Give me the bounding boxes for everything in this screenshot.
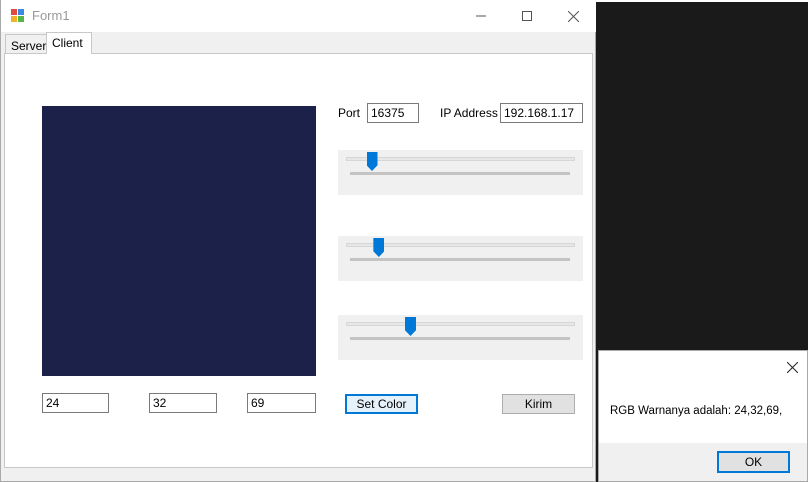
blue-trackbar[interactable]	[338, 315, 583, 360]
maximize-button[interactable]	[504, 0, 550, 32]
blue-track	[346, 322, 575, 326]
ip-address-input[interactable]: 192.168.1.17	[500, 103, 583, 123]
message-footer: OK	[599, 443, 807, 481]
background-window-edge	[595, 0, 808, 2]
port-input[interactable]: 16375	[367, 103, 419, 123]
red-thumb[interactable]	[366, 152, 378, 171]
message-close-button[interactable]	[777, 353, 807, 381]
send-button[interactable]: Kirim	[502, 394, 575, 414]
minimize-icon	[476, 15, 486, 17]
blue-value-input[interactable]: 69	[247, 393, 316, 413]
tab-client[interactable]: Client	[46, 32, 92, 54]
title-bar[interactable]: Form1	[1, 0, 596, 32]
color-preview-panel	[42, 106, 316, 376]
red-trackbar[interactable]	[338, 150, 583, 195]
blue-tick-line	[350, 337, 570, 340]
ok-button[interactable]: OK	[717, 451, 790, 473]
green-trackbar[interactable]	[338, 236, 583, 281]
blue-thumb[interactable]	[404, 317, 416, 336]
red-value-input[interactable]: 24	[42, 393, 109, 413]
tab-server[interactable]: Server	[5, 34, 47, 54]
red-track	[346, 157, 575, 161]
main-window: Form1 Server Client Port 16375 IP Addres…	[0, 0, 596, 482]
green-value-input[interactable]: 32	[149, 393, 217, 413]
message-text: RGB Warnanya adalah: 24,32,69,	[610, 405, 783, 417]
minimize-button[interactable]	[458, 0, 504, 32]
message-box: RGB Warnanya adalah: 24,32,69, OK	[598, 350, 808, 482]
maximize-icon	[522, 11, 532, 21]
red-tick-line	[350, 172, 570, 175]
port-label: Port	[338, 106, 361, 120]
close-button[interactable]	[550, 0, 596, 32]
ip-address-label: IP Address	[440, 106, 498, 120]
green-thumb[interactable]	[373, 238, 385, 257]
green-tick-line	[350, 258, 570, 261]
close-icon	[786, 361, 798, 373]
windows-forms-app-icon	[11, 9, 25, 23]
set-color-button[interactable]: Set Color	[345, 394, 418, 414]
close-icon	[567, 10, 579, 22]
window-title: Form1	[32, 8, 70, 23]
